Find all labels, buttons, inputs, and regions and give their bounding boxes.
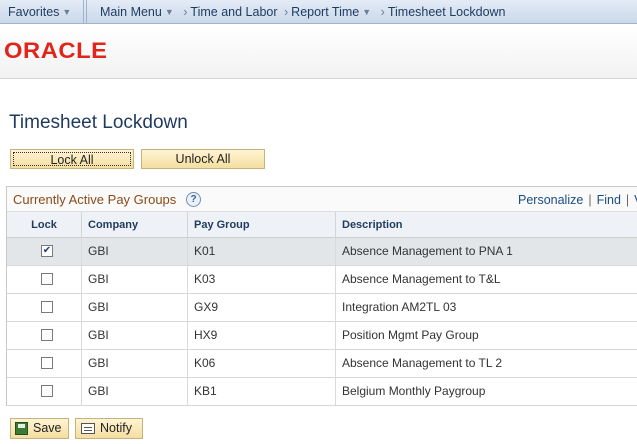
company-cell: GBI	[82, 266, 188, 293]
find-link[interactable]: Find	[597, 193, 621, 207]
column-header-company: Company	[82, 212, 188, 238]
nav-divider	[86, 0, 87, 24]
chevron-down-icon: ▼	[164, 7, 174, 17]
favorites-label: Favorites	[8, 5, 60, 19]
pay-group-cell: HX9	[188, 322, 336, 349]
save-label: Save	[33, 421, 62, 435]
company-cell: GBI	[82, 238, 188, 265]
grid-links: Personalize|Find|V	[518, 193, 637, 207]
lock-checkbox[interactable]	[41, 273, 53, 285]
header-banner: ORACLE	[0, 25, 637, 79]
lock-all-label: Lock All	[13, 152, 131, 167]
table-row: GBI GX9 Integration AM2TL 03	[7, 294, 637, 322]
pay-group-cell: KB1	[188, 378, 336, 405]
pay-groups-grid: Currently Active Pay Groups ? Personaliz…	[6, 186, 637, 406]
lock-cell	[7, 350, 82, 377]
favorites-menu[interactable]: Favorites ▼	[0, 0, 84, 24]
description-cell: Position Mgmt Pay Group	[336, 322, 637, 349]
lock-cell: ✔	[7, 238, 82, 265]
main-menu[interactable]: Main Menu ▼	[100, 0, 177, 25]
lock-checkbox[interactable]	[41, 329, 53, 341]
link-separator: |	[625, 193, 630, 207]
breadcrumb-separator-icon: ›	[380, 5, 385, 19]
notify-label: Notify	[100, 421, 132, 435]
column-header-description: Description	[336, 212, 637, 238]
link-separator: |	[588, 193, 592, 207]
table-row: ✔ GBI K01 Absence Management to PNA 1	[7, 238, 637, 266]
pay-group-cell: K06	[188, 350, 336, 377]
column-header-pay-group: Pay Group	[188, 212, 336, 238]
description-cell: Integration AM2TL 03	[336, 294, 637, 321]
company-cell: GBI	[82, 378, 188, 405]
description-cell: Absence Management to TL 2	[336, 350, 637, 377]
company-cell: GBI	[82, 350, 188, 377]
lock-checkbox[interactable]	[41, 385, 53, 397]
pay-group-cell: K01	[188, 238, 336, 265]
main-menu-label: Main Menu	[100, 5, 162, 19]
description-cell: Absence Management to PNA 1	[336, 238, 637, 265]
description-cell: Absence Management to T&L	[336, 266, 637, 293]
company-cell: GBI	[82, 322, 188, 349]
lock-cell	[7, 322, 82, 349]
lock-checkbox[interactable]: ✔	[41, 245, 53, 257]
breadcrumb-time-and-labor[interactable]: Time and Labor	[190, 0, 277, 24]
personalize-link[interactable]: Personalize	[518, 193, 583, 207]
grid-header: Currently Active Pay Groups ? Personaliz…	[7, 187, 637, 212]
oracle-logo: ORACLE	[4, 38, 108, 63]
breadcrumb-separator-icon: ›	[284, 5, 289, 19]
breadcrumb-label: Time and Labor	[190, 5, 278, 19]
column-header-lock: Lock	[7, 212, 82, 238]
grid-title: Currently Active Pay Groups	[13, 192, 177, 207]
breadcrumb-label: Report Time	[291, 5, 360, 19]
breadcrumb-separator-icon: ›	[183, 5, 188, 19]
chevron-down-icon: ▼	[362, 7, 372, 17]
pay-group-cell: GX9	[188, 294, 336, 321]
lock-checkbox[interactable]	[41, 357, 53, 369]
breadcrumb: Main Menu ▼ › Time and Labor › Report Time ▼…	[100, 0, 506, 24]
lock-cell	[7, 266, 82, 293]
pay-group-cell: K03	[188, 266, 336, 293]
lock-cell	[7, 378, 82, 405]
notify-icon	[81, 423, 95, 434]
lock-all-button[interactable]: Lock All	[10, 149, 134, 169]
page-title: Timesheet Lockdown	[9, 112, 188, 133]
save-button[interactable]: Save	[10, 418, 69, 439]
breadcrumb-label: Timesheet Lockdown	[387, 5, 506, 19]
lock-checkbox[interactable]	[41, 301, 53, 313]
lock-cell	[7, 294, 82, 321]
chevron-down-icon: ▼	[62, 7, 72, 17]
notify-button[interactable]: Notify	[75, 418, 143, 439]
save-icon	[15, 422, 28, 435]
company-cell: GBI	[82, 294, 188, 321]
table-row: GBI KB1 Belgium Monthly Paygroup	[7, 378, 637, 406]
table-row: GBI K06 Absence Management to TL 2	[7, 350, 637, 378]
help-icon[interactable]: ?	[186, 192, 201, 207]
breadcrumb-timesheet-lockdown[interactable]: Timesheet Lockdown	[388, 0, 506, 24]
top-nav-bar: Favorites ▼ Main Menu ▼ › Time and Labor › R…	[0, 0, 637, 24]
description-cell: Belgium Monthly Paygroup	[336, 378, 637, 405]
unlock-all-button[interactable]: Unlock All	[141, 149, 265, 169]
table-row: GBI HX9 Position Mgmt Pay Group	[7, 322, 637, 350]
table-row: GBI K03 Absence Management to T&L	[7, 266, 637, 294]
breadcrumb-report-time[interactable]: Report Time ▼	[291, 0, 374, 25]
